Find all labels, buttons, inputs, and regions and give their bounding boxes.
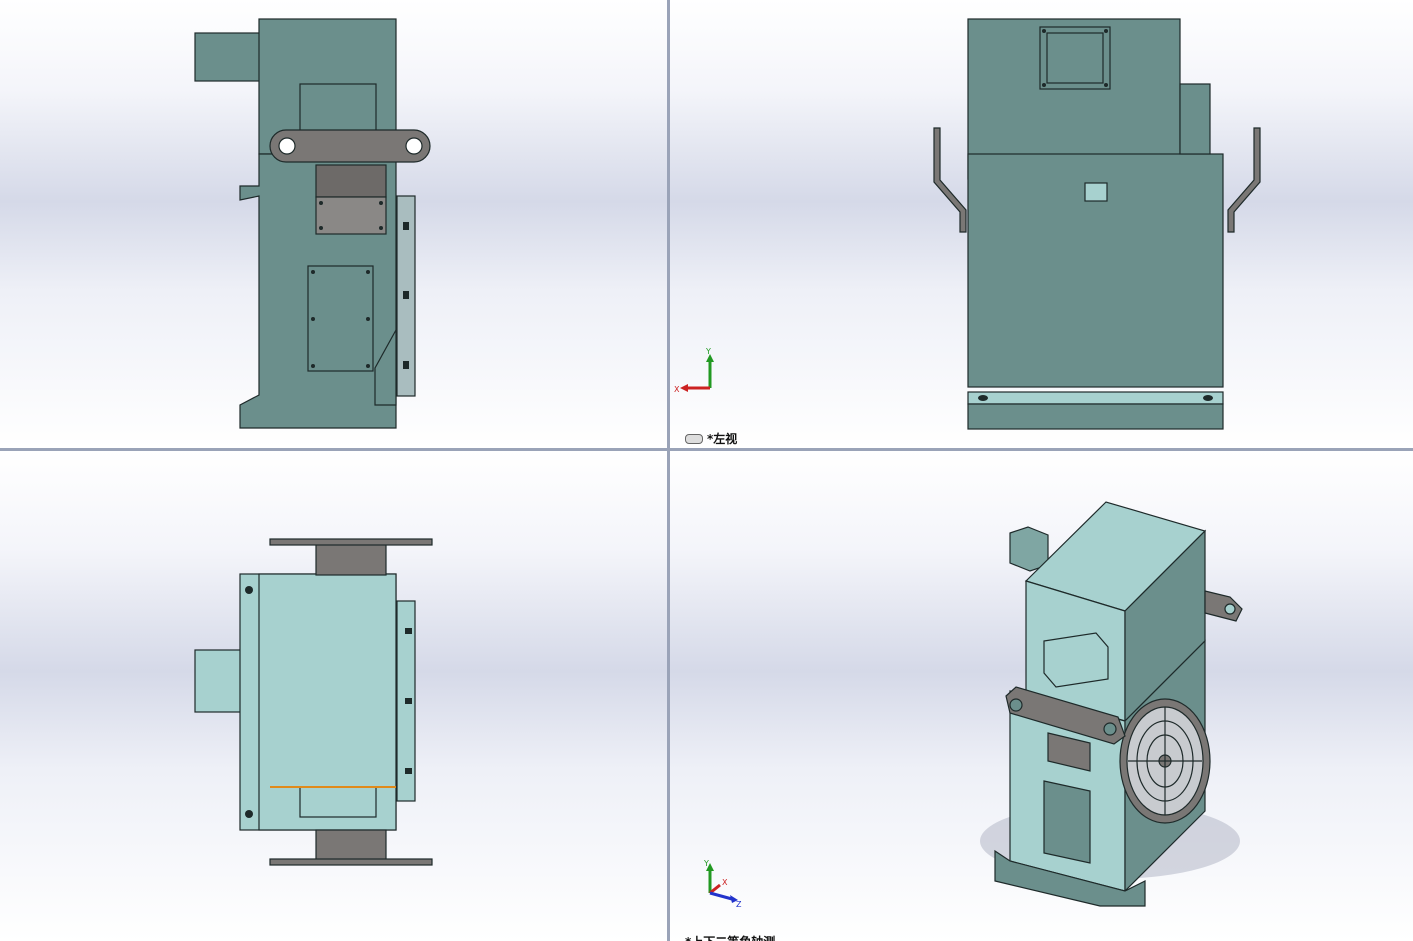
view-glasses-icon [685, 433, 703, 444]
cover-plate [1043, 780, 1091, 864]
lifting-eye-rear [1204, 590, 1243, 622]
lift-block [315, 164, 387, 198]
viewport-bottom-right[interactable]: Y X Z *上下二等角轴测 [670, 451, 1413, 941]
name-plate [315, 196, 387, 235]
cover-plate [307, 265, 374, 372]
viewport-splitter-horizontal[interactable] [0, 448, 1413, 451]
base-plate [967, 391, 1224, 405]
viewport-splitter-vertical[interactable] [667, 0, 670, 941]
base [967, 403, 1224, 430]
view-name-text: *左视 [707, 432, 738, 446]
terminal-box [194, 32, 262, 82]
small-box [1084, 182, 1108, 202]
lift-bar-bottom [269, 858, 433, 866]
viewport-top-left[interactable] [0, 0, 667, 448]
side-box [1179, 83, 1211, 155]
lift-block-bottom [315, 829, 387, 861]
fan-guard [1119, 698, 1211, 824]
model-top-view [194, 538, 433, 866]
model-left-view [933, 18, 1261, 430]
iso-y-label: Y [703, 859, 709, 868]
terminal-cover [1039, 26, 1111, 90]
view-name-text-iso: *上下二等角轴测 [685, 933, 775, 941]
axis-triad-iso: Y X Z [703, 859, 742, 909]
model-side-view [194, 18, 431, 429]
lift-block-top [315, 542, 387, 576]
iso-z-label: Z [736, 900, 742, 909]
view-label-iso: *上下二等角轴测 [685, 933, 775, 941]
viewport-top-right[interactable]: Y X *左视 [670, 0, 1413, 448]
axis-triad: Y X [674, 348, 714, 394]
lift-bar-top [269, 538, 433, 546]
iso-x-label: X [722, 878, 728, 887]
viewport-bottom-left[interactable] [0, 451, 667, 941]
axis-x-label: X [674, 385, 680, 394]
top-flange-box [1043, 632, 1109, 688]
model-iso-view [980, 501, 1243, 907]
lifting-eye [269, 129, 431, 163]
view-label-left: *左视 [685, 430, 737, 447]
axis-y-label: Y [705, 348, 711, 356]
